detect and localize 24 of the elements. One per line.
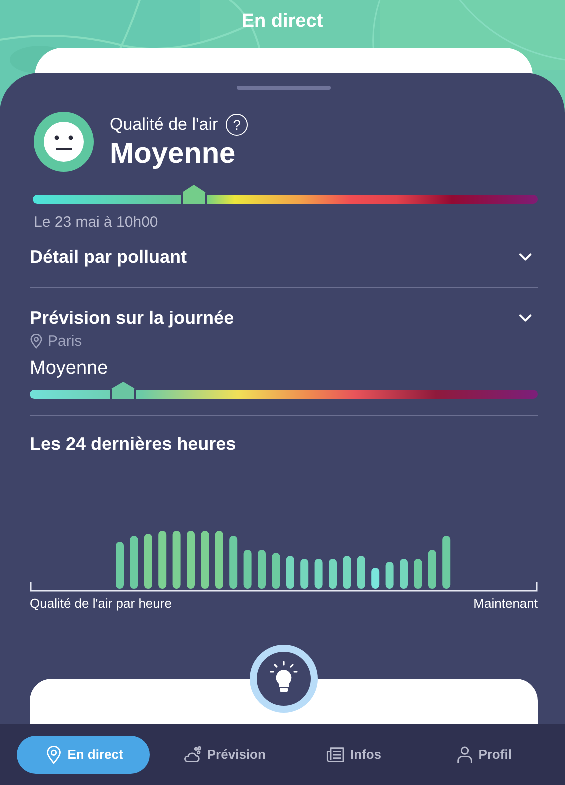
help-button[interactable]: ?	[226, 114, 248, 136]
lightbulb-icon[interactable]	[249, 644, 319, 714]
location-pin-icon	[30, 334, 43, 349]
axis-label: Maintenant	[474, 596, 538, 611]
location-name: Paris	[48, 333, 82, 350]
neutral-face-icon	[34, 112, 94, 172]
chevron-down-icon	[519, 314, 532, 322]
person-icon	[454, 744, 475, 764]
nav-tab[interactable]: Prévision	[160, 736, 290, 774]
screen-title: En direct	[242, 11, 324, 33]
chevron-down-icon	[519, 252, 532, 262]
forecast-value: Moyenne	[30, 358, 110, 380]
air-quality-label: Qualité de l'air	[110, 114, 218, 134]
newspaper-icon	[326, 744, 346, 764]
timestamp: Le 23 mai à 10h00	[33, 214, 160, 231]
nav-tab[interactable]: Profil	[418, 736, 548, 774]
nav-tab[interactable]: Infos	[289, 736, 419, 774]
air-quality-value: Moyenne	[110, 138, 237, 170]
axis-label: Qualité de l'air par heure	[30, 596, 172, 611]
pollutant-detail-header[interactable]: Détail par polluant	[30, 245, 538, 269]
section-title: Les 24 dernières heures	[30, 434, 238, 455]
drag-handle[interactable]	[237, 86, 331, 90]
cloud-icon	[183, 744, 204, 764]
forecast-header[interactable]: Prévision sur la journée	[30, 306, 538, 330]
